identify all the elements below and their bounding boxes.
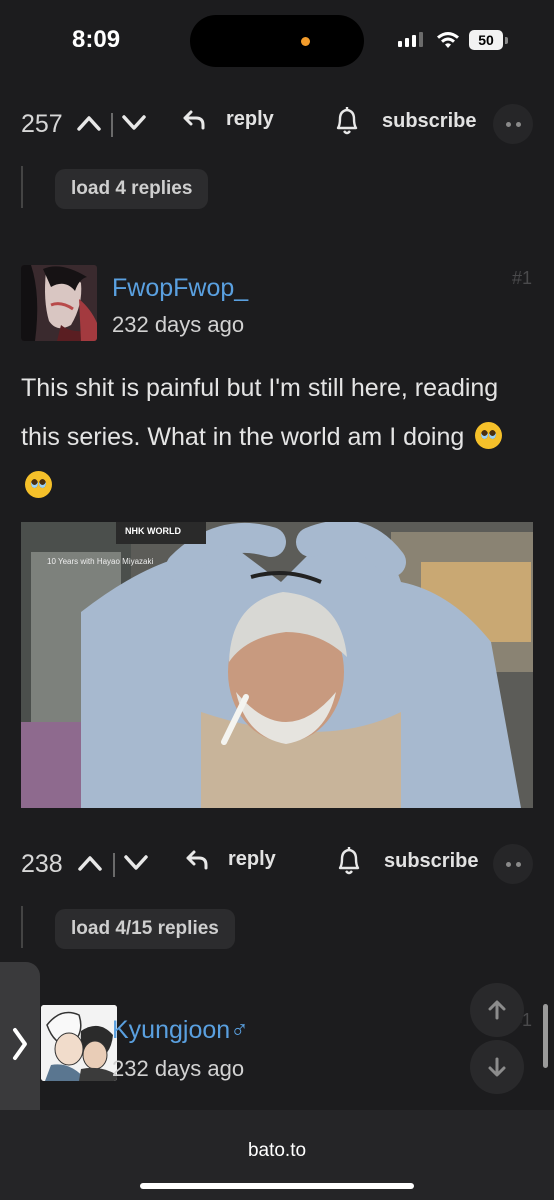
pleading-face-emoji-icon [475, 422, 503, 449]
battery-indicator: 50 [469, 30, 503, 50]
subscribe-label: subscribe [382, 109, 477, 132]
dynamic-island [190, 15, 364, 67]
reply-button[interactable]: reply [185, 848, 276, 871]
scrollbar-thumb[interactable] [543, 1004, 548, 1068]
arrow-up-icon [488, 1000, 506, 1020]
load-replies-button[interactable]: load 4/15 replies [55, 909, 235, 949]
thread-line [21, 906, 23, 948]
upvote-icon[interactable] [77, 854, 103, 872]
image-watermark-show: 10 Years with Hayao Miyazaki [47, 557, 154, 566]
subscribe-label: subscribe [384, 849, 479, 872]
bell-icon [338, 847, 360, 875]
subscribe-button[interactable]: subscribe [334, 106, 476, 136]
comment-image[interactable]: NHK WORLD 10 Years with Hayao Miyazaki [21, 522, 533, 808]
scroll-down-button[interactable] [470, 1040, 524, 1094]
wifi-icon [437, 32, 459, 48]
arrow-down-icon [488, 1057, 506, 1077]
comment-timestamp: 232 days ago [112, 1056, 245, 1081]
scroll-up-button[interactable] [470, 983, 524, 1037]
reply-arrow-icon [186, 850, 208, 869]
load-replies-button[interactable]: load 4 replies [55, 169, 209, 209]
more-options-button[interactable] [493, 844, 533, 884]
avatar[interactable] [41, 1005, 117, 1081]
vote-count: 257 [21, 110, 63, 138]
vote-separator [113, 853, 115, 877]
downvote-icon[interactable] [121, 114, 147, 132]
pleading-face-emoji-icon [25, 471, 52, 498]
upvote-icon[interactable] [76, 114, 102, 132]
comment-username[interactable]: FwopFwop_ [112, 274, 248, 303]
reply-label: reply [226, 108, 274, 130]
comment-body-text: This shit is painful but I'm still here,… [21, 374, 499, 451]
vote-count: 238 [21, 850, 63, 878]
chevron-right-icon [13, 1028, 27, 1060]
privacy-indicator-dot [301, 37, 310, 46]
downvote-icon[interactable] [123, 854, 149, 872]
avatar[interactable] [21, 265, 97, 341]
comment-username[interactable]: Kyungjoon♂ [112, 1016, 249, 1045]
thread-line [21, 166, 23, 208]
avatar-image [21, 265, 97, 341]
comment-body: This shit is painful but I'm still here,… [21, 364, 521, 511]
status-time: 8:09 [72, 26, 121, 53]
image-watermark-brand: NHK WORLD [125, 526, 181, 536]
address-bar[interactable]: bato.to [0, 1140, 554, 1162]
more-options-button[interactable] [493, 104, 533, 144]
cellular-signal-icon [398, 32, 423, 47]
side-panel-toggle[interactable] [0, 962, 40, 1126]
reply-button[interactable]: reply [182, 108, 274, 131]
comment-number[interactable]: #1 [512, 268, 532, 289]
home-indicator[interactable] [140, 1183, 414, 1189]
bell-icon [336, 107, 358, 135]
avatar-image [41, 1005, 117, 1081]
reply-arrow-icon [183, 110, 205, 129]
comment-timestamp: 232 days ago [112, 312, 245, 337]
vote-separator [111, 113, 113, 137]
subscribe-button[interactable]: subscribe [336, 846, 478, 876]
battery-cap [505, 37, 508, 44]
reply-label: reply [228, 848, 276, 870]
